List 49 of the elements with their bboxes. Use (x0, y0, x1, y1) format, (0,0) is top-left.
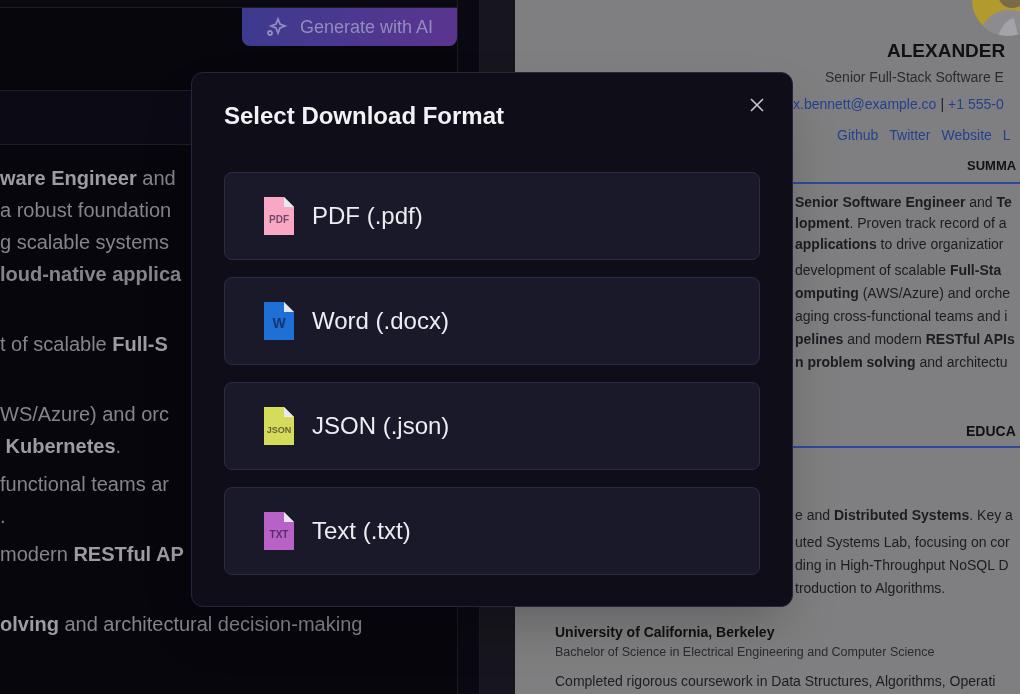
close-icon (750, 98, 764, 112)
text-line: . (0, 504, 6, 529)
summary-text: aging cross-functional teams and i (795, 307, 1008, 326)
summary-text: n problem solving and architectu (795, 353, 1008, 372)
degree-text: Bachelor of Science in Electrical Engineering and Computer Science (555, 644, 935, 661)
school-name: University of California, Berkeley (555, 623, 775, 642)
text-line: Kubernetes. (4, 434, 122, 459)
summary-text: applications to drive organizatior (795, 235, 1004, 254)
resume-headline: Senior Full-Stack Software E (825, 68, 1004, 87)
section-heading: EDUCA (966, 422, 1016, 441)
summary-text: pelines and modern RESTful APIs (795, 330, 1015, 349)
education-text: uted Systems Lab, focusing on cor (795, 533, 1010, 552)
format-option[interactable]: TXT Text (.txt) (224, 487, 760, 575)
text-line: functional teams ar (0, 472, 169, 497)
dialog-title: Select Download Format (224, 101, 505, 131)
education-text: ding in High-Throughput NoSQL D (795, 556, 1009, 575)
format-option[interactable]: PDF PDF (.pdf) (224, 172, 760, 260)
summary-text: omputing (AWS/Azure) and orche (795, 284, 1010, 303)
summary-text: lopment. Proven track record of a (795, 214, 1007, 233)
format-option[interactable]: JSON JSON (.json) (224, 382, 760, 470)
contact-link[interactable]: +1 555-0 (948, 93, 1004, 115)
education-text: troduction to Algorithms. (795, 579, 946, 598)
text-line: t of scalable Full-S (0, 332, 168, 357)
file-icon: W (264, 302, 294, 340)
profile-link[interactable]: Github (837, 124, 879, 146)
summary-text: development of scalable Full-Sta (795, 261, 1002, 280)
text-line: loud-native applica (0, 262, 182, 287)
profile-link[interactable]: Website (941, 124, 992, 146)
text-line: olving and architectural decision-making (0, 612, 363, 637)
text-line: g scalable systems (0, 230, 169, 255)
file-icon: JSON (264, 407, 294, 445)
generate-ai-button[interactable]: Generate with AI (242, 8, 457, 46)
resume-name: ALEXANDER (887, 39, 1006, 63)
file-icon: PDF (264, 197, 294, 235)
text-line: a robust foundation (0, 198, 172, 223)
education-text: e and Distributed Systems. Key a (795, 506, 1013, 525)
text-line: modern RESTful AP (0, 542, 184, 567)
education-text: Completed rigorous coursework in Data Structures, Algorithms, Operati (555, 672, 996, 691)
sparkle-icon (265, 17, 288, 37)
profile-link[interactable]: L (1002, 124, 1011, 146)
separator-text: | (940, 94, 945, 114)
text-line: ware Engineer and (0, 166, 176, 191)
section-heading: SUMMA (967, 157, 1017, 175)
format-option[interactable]: W Word (.docx) (224, 277, 760, 365)
contact-link[interactable]: x.bennett@example.co (793, 93, 937, 115)
file-icon: TXT (264, 512, 294, 550)
summary-text: Senior Software Engineer and Te (795, 193, 1012, 212)
text-line: WS/Azure) and orc (0, 402, 169, 427)
profile-link[interactable]: Twitter (889, 124, 931, 146)
